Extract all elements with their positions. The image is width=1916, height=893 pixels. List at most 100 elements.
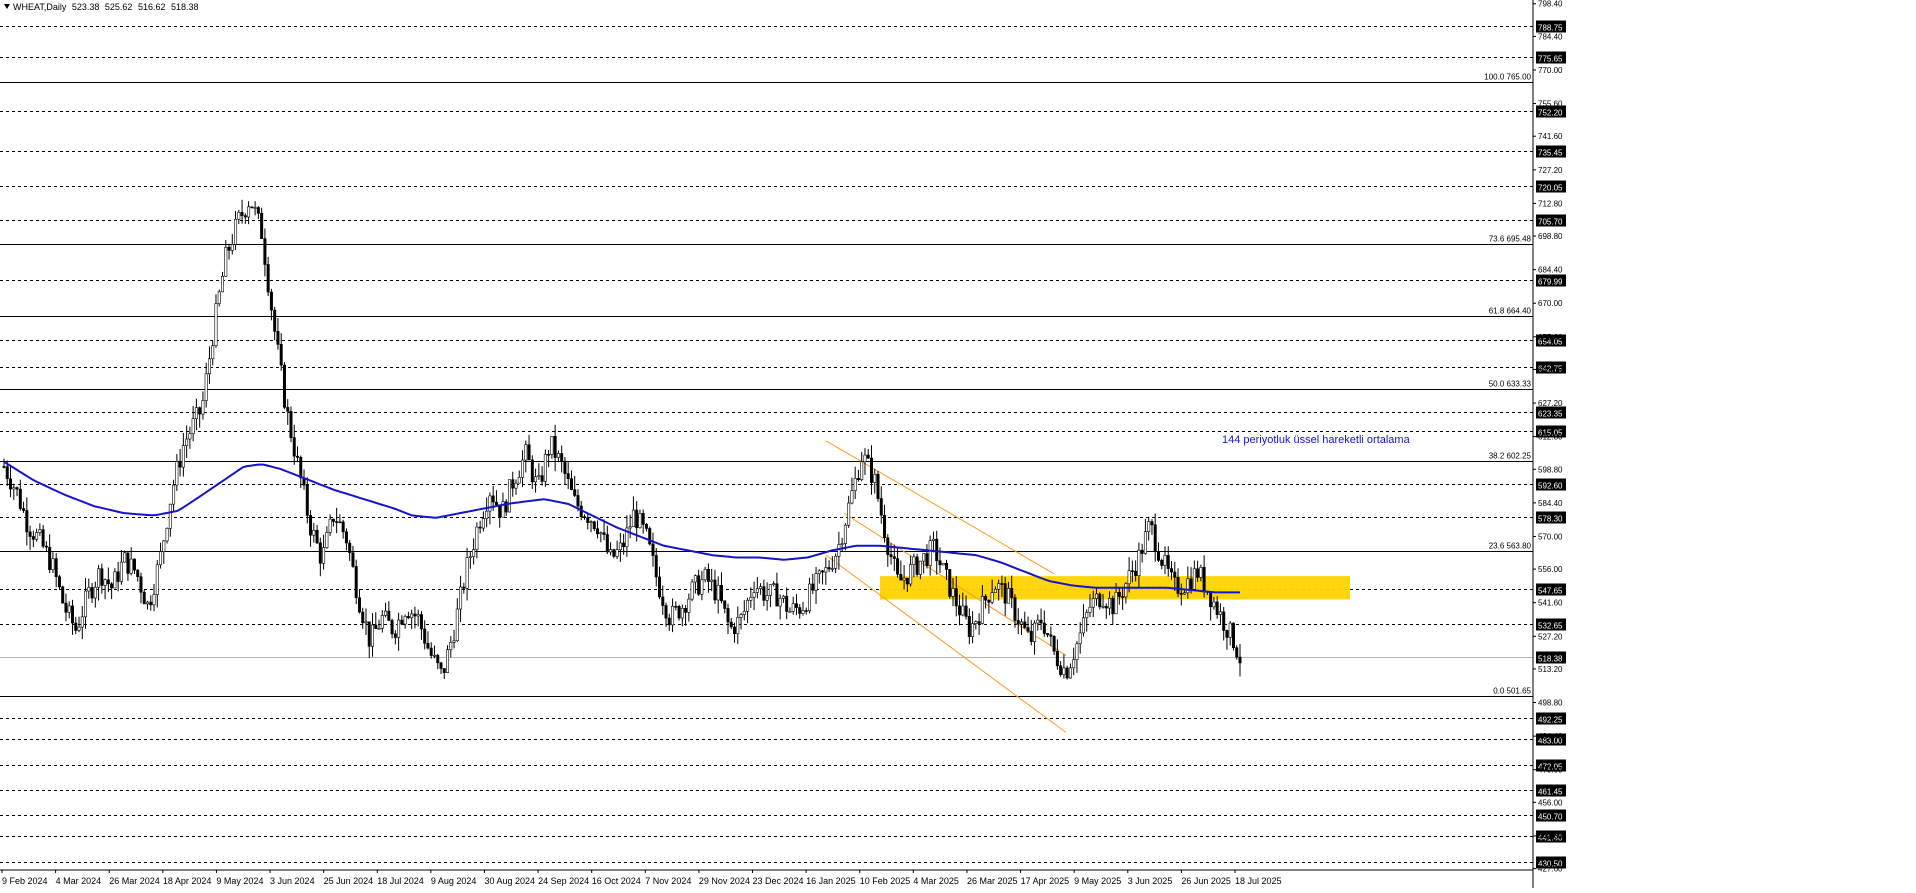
candle-body — [279, 344, 283, 366]
candle-body — [400, 619, 404, 625]
candle-body — [1104, 605, 1108, 609]
candle-body — [282, 364, 286, 408]
candle-body — [90, 587, 94, 599]
candle-body — [152, 594, 156, 606]
price-tick-label: 498.80 — [1538, 699, 1563, 708]
candle-body — [827, 567, 831, 570]
candle-body — [110, 583, 114, 589]
candle-body — [142, 591, 146, 605]
candle-body — [25, 510, 29, 533]
candle-body — [273, 309, 277, 332]
candle-body — [292, 437, 296, 457]
candle-body — [77, 626, 81, 631]
candle-body — [762, 586, 766, 601]
candle-body — [1196, 568, 1200, 578]
candle-body — [446, 649, 450, 673]
candle-body — [38, 529, 42, 533]
candle-body — [221, 276, 225, 293]
collapse-triangle-icon[interactable] — [4, 4, 10, 9]
candle-body — [658, 576, 662, 598]
level-label: 450.70 — [1538, 813, 1563, 822]
candle-body — [194, 407, 198, 419]
candle-body — [902, 577, 906, 581]
candle-body — [227, 246, 231, 251]
candle-body — [331, 518, 335, 522]
candle-body — [211, 345, 215, 360]
candle-body — [524, 444, 528, 461]
candle-body — [618, 542, 622, 550]
candle-body — [954, 588, 958, 607]
candle-body — [80, 616, 84, 628]
candle-body — [928, 540, 932, 566]
candle-body — [540, 475, 544, 482]
time-tick-label: 24 Sep 2024 — [538, 876, 589, 886]
price-tick-label: 712.80 — [1538, 199, 1563, 208]
price-tick-label: 655.60 — [1538, 333, 1563, 342]
level-label: 788.75 — [1538, 24, 1563, 33]
candle-body — [204, 373, 208, 401]
candle-body — [455, 608, 459, 642]
fib-label: 73.6 695.48 — [1489, 235, 1532, 244]
candle-body — [612, 549, 616, 557]
candle-body — [974, 621, 978, 624]
candle-body — [1222, 611, 1226, 631]
candle-body — [853, 478, 857, 491]
candle-body — [863, 454, 867, 462]
candle-body — [309, 515, 313, 536]
candle-body — [315, 529, 319, 544]
candle-body — [690, 581, 694, 600]
candle-body — [481, 518, 485, 529]
candle-body — [1019, 621, 1023, 625]
candle-body — [129, 558, 133, 574]
candle-body — [485, 510, 489, 519]
candle-body — [1192, 568, 1196, 590]
candle-body — [896, 558, 900, 575]
candle-body — [1049, 634, 1053, 637]
level-label: 735.45 — [1538, 149, 1563, 158]
candle-body — [543, 453, 547, 482]
price-tick-label: 612.80 — [1538, 433, 1563, 442]
candle-body — [935, 538, 939, 562]
candle-body — [361, 611, 365, 624]
price-chart[interactable]: 100.0 765.00 73.6 695.48 61.8 664.40 50.0 6… — [0, 0, 1916, 888]
candle-body — [628, 526, 632, 529]
time-tick-label: 16 Jan 2025 — [806, 876, 856, 886]
candle-body — [116, 571, 120, 582]
candle-body — [1098, 593, 1102, 608]
candle-body — [507, 479, 511, 513]
candle-body — [596, 528, 600, 535]
fib-label: 0.0 501.65 — [1493, 687, 1531, 696]
price-tick-label: 741.60 — [1538, 132, 1563, 141]
candle-body — [15, 487, 19, 490]
candle-body — [237, 212, 241, 220]
candle-body — [1003, 583, 1007, 604]
candle-body — [344, 531, 348, 544]
candle-body — [491, 495, 495, 503]
candle-body — [54, 558, 58, 577]
candle-body — [136, 569, 140, 578]
candle-body — [918, 560, 922, 575]
time-tick-label: 25 Jun 2024 — [324, 876, 374, 886]
candle-body — [755, 588, 759, 593]
candle-body — [312, 529, 316, 536]
candle-body — [1143, 531, 1147, 554]
candle-body — [1000, 583, 1004, 585]
candle-body — [28, 531, 32, 537]
candle-body — [123, 552, 127, 563]
candle-body — [876, 473, 880, 499]
candle-body — [51, 558, 55, 571]
candle-body — [651, 543, 655, 556]
candle-body — [1173, 571, 1177, 578]
candle-body — [106, 579, 110, 585]
chart-root: 100.0 765.00 73.6 695.48 61.8 664.40 50.0 6… — [0, 0, 1916, 888]
candle-body — [1059, 665, 1063, 675]
candle-body — [1156, 550, 1160, 561]
candle-body — [909, 564, 913, 585]
open-value: 523.38 — [71, 2, 100, 12]
candle-body — [661, 596, 665, 606]
candle-body — [1231, 622, 1235, 649]
price-tick-label: 684.40 — [1538, 266, 1563, 275]
candle-body — [948, 569, 952, 597]
candle-body — [1075, 643, 1079, 660]
level-label: 705.70 — [1538, 218, 1563, 227]
